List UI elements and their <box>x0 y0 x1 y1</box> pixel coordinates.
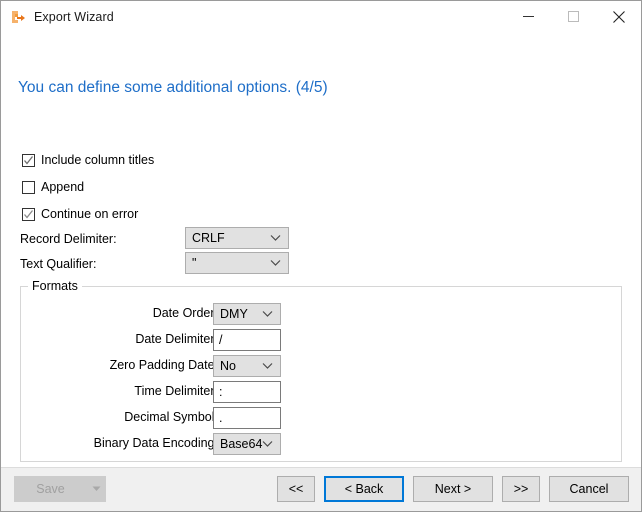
checkbox-include-column-titles[interactable]: Include column titles <box>22 153 154 167</box>
close-icon[interactable] <box>596 1 641 32</box>
text-qualifier-value: " <box>192 256 197 270</box>
checkbox-continue-on-error[interactable]: Continue on error <box>22 207 138 221</box>
zero-padding-date-label: Zero Padding Date: <box>109 358 218 372</box>
formats-caption: Formats <box>28 279 82 293</box>
binary-data-encoding-value: Base64 <box>220 437 263 451</box>
cancel-button[interactable]: Cancel <box>549 476 629 502</box>
record-delimiter-value: CRLF <box>192 231 225 245</box>
page-title: You can define some additional options. … <box>18 79 328 96</box>
text-qualifier-label: Text Qualifier: <box>20 257 97 271</box>
date-delimiter-row: Date Delimiter: / <box>20 329 622 351</box>
checkbox-box-checked[interactable] <box>22 207 35 221</box>
maximize-icon[interactable] <box>551 1 596 32</box>
save-split-button[interactable]: Save <box>14 476 106 502</box>
date-order-select[interactable]: DMY <box>213 303 281 325</box>
binary-data-encoding-label: Binary Data Encoding: <box>93 436 218 450</box>
footer-bar: Save << < Back Next > >> Cancel <box>1 467 641 511</box>
date-delimiter-label: Date Delimiter: <box>135 332 218 346</box>
decimal-symbol-label: Decimal Symbol: <box>124 410 218 424</box>
checkbox-append[interactable]: Append <box>22 180 84 194</box>
zero-padding-date-value: No <box>220 359 236 373</box>
export-wizard-icon <box>10 9 26 25</box>
next-button[interactable]: Next > <box>413 476 493 502</box>
zero-padding-date-row: Zero Padding Date: No <box>20 355 622 377</box>
date-order-row: Date Order: DMY <box>20 303 622 325</box>
chevron-down-icon <box>270 235 281 242</box>
binary-data-encoding-select[interactable]: Base64 <box>213 433 281 455</box>
wizard-nav-buttons: << < Back Next > >> Cancel <box>277 476 629 502</box>
date-delimiter-input[interactable]: / <box>213 329 281 351</box>
record-delimiter-row: Record Delimiter: <box>20 228 117 250</box>
record-delimiter-select[interactable]: CRLF <box>185 227 289 249</box>
date-order-label: Date Order: <box>152 306 218 320</box>
window-title: Export Wizard <box>34 9 114 24</box>
title-bar: Export Wizard <box>1 1 641 32</box>
time-delimiter-row: Time Delimiter: : <box>20 381 622 403</box>
text-qualifier-row: Text Qualifier: <box>20 253 96 275</box>
zero-padding-date-select[interactable]: No <box>213 355 281 377</box>
decimal-symbol-input[interactable]: . <box>213 407 281 429</box>
date-order-value: DMY <box>220 307 248 321</box>
time-delimiter-value: : <box>219 385 223 399</box>
date-delimiter-value: / <box>219 333 223 347</box>
checkbox-label: Append <box>41 180 85 194</box>
last-button[interactable]: >> <box>502 476 540 502</box>
chevron-down-icon <box>262 311 273 318</box>
text-qualifier-select[interactable]: " <box>185 252 289 274</box>
chevron-down-icon <box>262 363 273 370</box>
checkbox-label: Include column titles <box>41 153 155 167</box>
minimize-icon[interactable] <box>506 1 551 32</box>
chevron-down-icon <box>262 441 273 448</box>
wizard-body: You can define some additional options. … <box>1 32 641 467</box>
checkbox-box-unchecked[interactable] <box>22 180 35 194</box>
save-button[interactable]: Save <box>14 476 86 502</box>
chevron-down-icon <box>270 260 281 267</box>
binary-data-encoding-row: Binary Data Encoding: Base64 <box>20 433 622 455</box>
time-delimiter-input[interactable]: : <box>213 381 281 403</box>
window-controls <box>506 1 641 32</box>
back-button[interactable]: < Back <box>324 476 404 502</box>
first-button[interactable]: << <box>277 476 315 502</box>
time-delimiter-label: Time Delimiter: <box>134 384 218 398</box>
checkbox-box-checked[interactable] <box>22 153 35 167</box>
checkbox-label: Continue on error <box>41 207 139 221</box>
save-dropdown-button[interactable] <box>86 476 106 502</box>
decimal-symbol-value: . <box>219 411 223 425</box>
export-wizard-window: Export Wizard You can define some additi… <box>0 0 642 512</box>
decimal-symbol-row: Decimal Symbol: . <box>20 407 622 429</box>
record-delimiter-label: Record Delimiter: <box>20 232 117 246</box>
